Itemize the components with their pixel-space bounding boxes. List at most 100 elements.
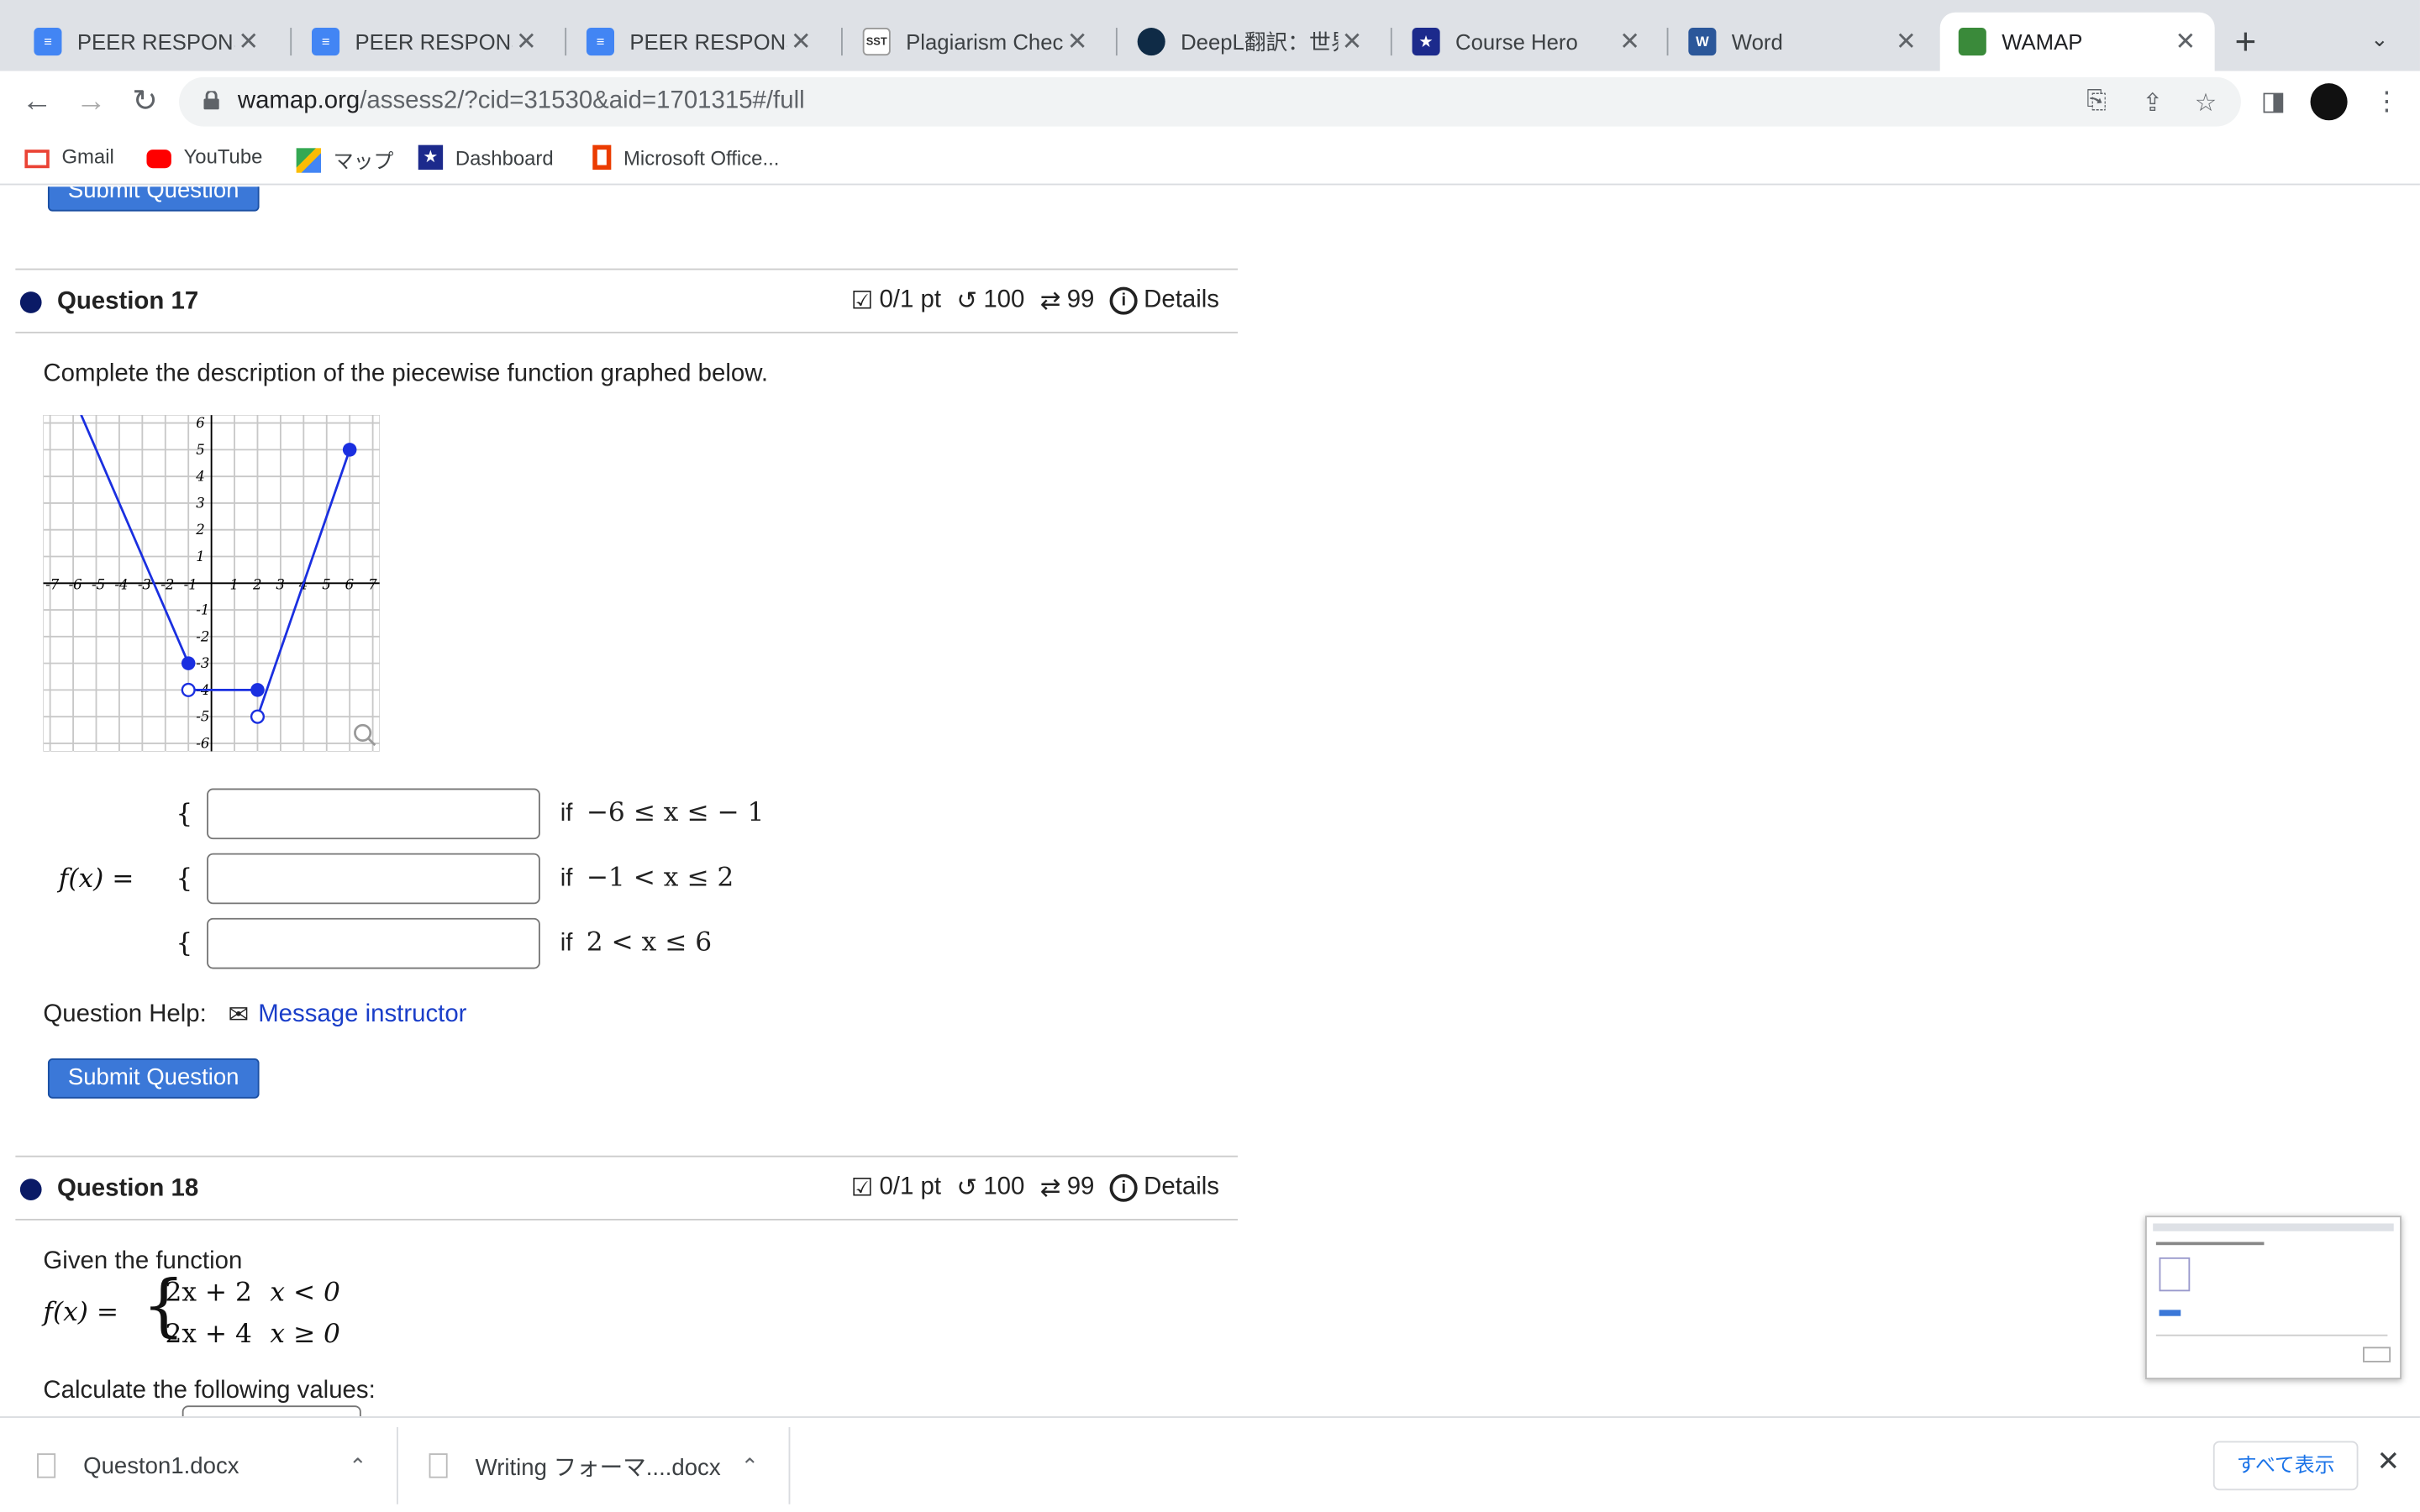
y-tick-label: -1 [196,602,209,618]
bookmark-gmail[interactable]: Gmail [24,145,114,168]
close-icon[interactable]: ✕ [1338,26,1365,57]
document-icon [429,1453,448,1478]
x-tick-label: 5 [322,577,331,593]
x-tick-label: -2 [160,577,174,593]
close-icon[interactable]: ✕ [234,26,262,57]
tab-separator [1390,28,1392,56]
chevron-down-icon[interactable]: ⌄ [2370,26,2389,52]
brace-1: { [176,799,193,831]
document-icon [37,1453,56,1478]
address-bar[interactable]: wamap.org/assess2/?cid=31530&aid=1701315… [179,76,2241,127]
tab-peer-responses-2[interactable]: ≡ PEER RESPONSES ✕ [293,13,555,71]
tab-peer-responses-1[interactable]: ≡ PEER RESPONSES ✕ [15,13,277,71]
condition-expr: 2 < x ≤ 6 [586,927,713,958]
bookmark-dashboard[interactable]: ★ Dashboard [418,144,554,171]
bookmark-star-icon[interactable]: ☆ [2195,88,2217,119]
condition-expr: −6 ≤ x ≤ − 1 [586,797,765,829]
forward-arrow-icon[interactable]: → [70,81,113,123]
download-item-1[interactable]: Queston1.docx ⌃ [37,1418,386,1512]
sst-icon: SST [862,28,891,56]
new-tab-icon[interactable]: + [2235,22,2257,65]
menu-kebab-icon[interactable]: ⋮ [2374,87,2400,118]
regens-info: ⇄ 99 [1039,286,1095,315]
piece-1-expr: 2x + 2 [165,1277,252,1309]
tab-wamap[interactable]: WAMAP ✕ [1939,12,2215,71]
condition-3: if 2 < x ≤ 6 [560,927,713,958]
x-tick-label: 7 [368,577,377,593]
x-tick-label: 6 [345,577,355,593]
x-tick-label: 2 [252,577,262,593]
message-instructor-link[interactable]: Message instructor [258,1001,466,1029]
answer-input-2[interactable] [207,853,540,905]
gmail-icon [24,149,50,168]
url-path: /assess2/?cid=31530&aid=1701315#/full [360,87,805,114]
lock-icon [203,91,219,110]
question-title: Question 17 [56,288,199,315]
office-icon [592,144,612,171]
tab-plagiarism-checker[interactable]: SST Plagiarism Checker ✕ [844,13,1107,71]
chevron-up-icon[interactable]: ⌃ [741,1452,760,1478]
retries-info: ↺ 100 [956,1173,1025,1202]
tab-separator [290,28,292,56]
share-icon[interactable]: ⇪ [2142,88,2163,119]
open-point [181,682,196,697]
question-18-header: Question 18 ☑ 0/1 pt ↺ 100 ⇄ 99 i Details [15,1155,1239,1221]
bookmark-maps[interactable]: マップ [296,145,393,175]
thumb-box [2362,1347,2391,1362]
piecewise-graph: -7-6-5-4-3-2-11234567654321-1-2-3-4-5-6 [43,415,380,752]
thumb-graph [2159,1257,2191,1292]
condition-expr: −1 < x ≤ 2 [586,862,734,894]
regens-info: ⇄ 99 [1039,1173,1095,1202]
side-panel-icon[interactable]: ◨ [2261,87,2286,118]
close-icon[interactable]: ✕ [2171,26,2199,57]
condition-1: if −6 ≤ x ≤ − 1 [560,797,765,829]
piece-2-cond: x ≥ 0 [270,1319,340,1351]
x-tick-label: -1 [184,577,197,593]
close-icon[interactable]: ✕ [787,26,815,57]
close-icon[interactable]: ✕ [1063,26,1091,57]
tab-deepl[interactable]: DeepL翻訳：世界一 ✕ [1119,13,1381,71]
x-tick-label: 1 [230,577,239,593]
y-tick-label: 4 [195,469,205,485]
closed-point [181,656,196,670]
details-button[interactable]: i Details [1109,286,1219,315]
tab-word[interactable]: W Word ✕ [1670,13,1935,71]
downloads-bar: Queston1.docx ⌃ Writing フォーマ....docx ⌃ す… [0,1416,2420,1512]
close-icon[interactable]: ✕ [2377,1446,2401,1478]
bookmark-microsoft-office[interactable]: Microsoft Office... [592,144,779,171]
page-thumbnail-preview[interactable] [2145,1215,2402,1380]
word-icon: W [1688,28,1717,56]
thumb-line [2155,1242,2265,1246]
browser-toolbar: ← → ↻ wamap.org/assess2/?cid=31530&aid=1… [0,71,2420,133]
y-tick-label: -6 [196,735,209,751]
submit-question-button-17[interactable]: Submit Question [47,1058,260,1099]
close-icon[interactable]: ✕ [1616,26,1644,57]
details-button[interactable]: i Details [1109,1173,1219,1202]
info-icon: i [1109,286,1138,315]
tab-course-hero[interactable]: ★ Course Hero ✕ [1394,13,1660,71]
calculate-text: Calculate the following values: [43,1378,376,1404]
tab-peer-responses-3[interactable]: ≡ PEER RESPONSES ✕ [568,13,830,71]
status-dot [19,1179,42,1200]
show-all-button[interactable]: すべて表示 [2212,1441,2359,1491]
close-icon[interactable]: ✕ [513,26,540,57]
thumb-button [2159,1310,2181,1316]
download-item-2[interactable]: Writing フォーマ....docx ⌃ [429,1418,778,1512]
bookmark-youtube[interactable]: YouTube [146,145,262,168]
info-icon: i [1109,1173,1138,1202]
tab-separator [1666,28,1669,56]
back-arrow-icon[interactable]: ← [15,81,58,123]
answer-input-q18[interactable] [182,1405,361,1417]
checkbox-icon: ☑ [850,288,874,315]
answer-input-3[interactable] [207,917,540,969]
profile-avatar[interactable] [2310,83,2348,121]
translate-icon[interactable]: ⎘ [2086,88,2107,116]
submit-question-button-16[interactable]: Submit Question [47,186,260,212]
close-icon[interactable]: ✕ [1892,26,1920,57]
url-host: wamap.org [237,87,360,114]
x-tick-label: -4 [114,577,128,593]
chevron-up-icon[interactable]: ⌃ [349,1452,367,1478]
closed-point [342,443,357,457]
reload-icon[interactable]: ↻ [124,81,166,123]
answer-input-1[interactable] [207,788,540,840]
